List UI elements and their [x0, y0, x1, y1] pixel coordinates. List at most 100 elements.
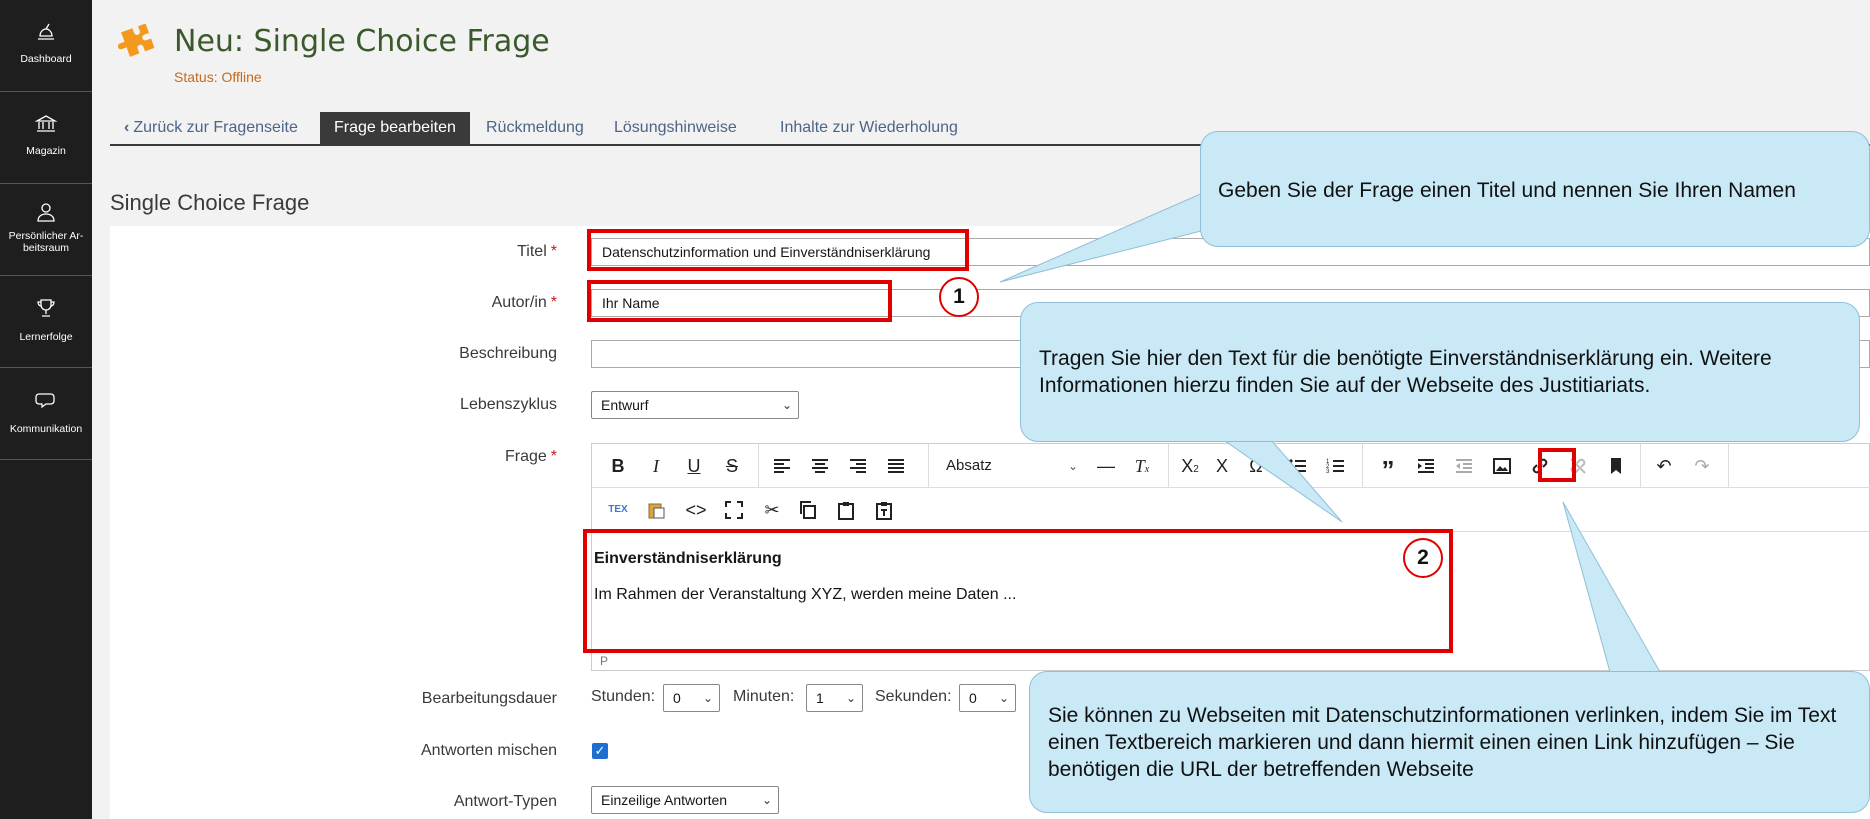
- mainbar-item-label: Dashboard: [20, 53, 72, 65]
- lifecycle-label: Lebenszyklus: [460, 396, 557, 413]
- check-icon: ✓: [594, 743, 606, 758]
- underline-icon[interactable]: U: [680, 452, 708, 480]
- required-mark: *: [550, 243, 557, 260]
- image-icon[interactable]: [1488, 452, 1516, 480]
- mainbar-item-label: Lernerfolge: [19, 331, 73, 343]
- chevron-down-icon: ⌄: [998, 691, 1009, 705]
- lifecycle-select[interactable]: Entwurf ⌄: [591, 391, 799, 419]
- align-left-icon[interactable]: [768, 452, 796, 480]
- strikethrough-icon[interactable]: S: [718, 452, 746, 480]
- person-icon: [0, 200, 92, 226]
- source-code-icon[interactable]: <>: [682, 496, 710, 524]
- align-justify-icon[interactable]: [882, 452, 910, 480]
- align-center-icon[interactable]: [806, 452, 834, 480]
- callout-link-info: Sie können zu Webseiten mit Datenschutzi…: [1029, 671, 1870, 813]
- mainbar-item-label: Persönlicher Ar-beitsraum: [8, 230, 84, 254]
- answer-types-label: Antwort-Typen: [453, 793, 557, 810]
- clear-formatting-icon[interactable]: Tx: [1128, 452, 1156, 480]
- paste-text-icon[interactable]: [870, 496, 898, 524]
- align-right-icon[interactable]: [844, 452, 872, 480]
- hours-label: Stunden:: [591, 688, 656, 705]
- step-marker-1: 1: [939, 277, 979, 317]
- tex-icon[interactable]: TEX: [604, 496, 632, 524]
- seconds-select[interactable]: 0 ⌄: [959, 684, 1016, 712]
- bold-icon[interactable]: B: [604, 452, 632, 480]
- chevron-down-icon: ⌄: [845, 691, 856, 705]
- dashboard-icon: [0, 20, 92, 46]
- mainbar-item-label: Magazin: [26, 145, 66, 157]
- title-label: Titel *: [517, 243, 557, 261]
- mainbar-item-magazin[interactable]: Magazin: [0, 92, 92, 184]
- chat-icon: [0, 388, 92, 414]
- bullet-list-icon[interactable]: [1284, 452, 1312, 480]
- paste-special-icon[interactable]: [642, 496, 670, 524]
- answer-types-select[interactable]: Einzeilige Antworten ⌄: [591, 786, 779, 814]
- chevron-down-icon: ⌄: [761, 793, 772, 807]
- fullscreen-icon[interactable]: [720, 496, 748, 524]
- mainbar-item-lernerfolge[interactable]: Lernerfolge: [0, 276, 92, 368]
- bookmark-icon[interactable]: [1602, 452, 1630, 480]
- answer-types-value: Einzeilige Antworten: [601, 792, 728, 808]
- shuffle-checkbox[interactable]: ✓: [592, 743, 608, 759]
- mainbar-item-workspace[interactable]: Persönlicher Ar-beitsraum: [0, 184, 92, 276]
- page-title: Neu: Single Choice Frage: [174, 24, 550, 59]
- seconds-value: 0: [969, 690, 977, 706]
- tab-back[interactable]: ‹ Zurück zur Fragenseite: [110, 112, 312, 144]
- editor-content-highlight: [583, 529, 1453, 653]
- tab-repetition[interactable]: Inhalte zur Wiederholung: [766, 112, 972, 144]
- title-highlight: [587, 229, 969, 271]
- required-mark: *: [550, 294, 557, 311]
- lifecycle-value: Entwurf: [601, 397, 649, 413]
- chevron-down-icon: ⌄: [781, 398, 792, 412]
- hours-value: 0: [673, 690, 681, 706]
- main-bar: Dashboard Magazin Persönlicher Ar-beitsr…: [0, 0, 92, 819]
- description-label: Beschreibung: [459, 345, 557, 362]
- redo-icon[interactable]: ↷: [1688, 452, 1716, 480]
- cut-icon[interactable]: ✂: [758, 496, 786, 524]
- author-label: Autor/in *: [492, 294, 557, 312]
- mainbar-item-label: Kommunikation: [9, 423, 83, 435]
- paste-icon[interactable]: [832, 496, 860, 524]
- subscript-icon[interactable]: X2: [1176, 452, 1204, 480]
- horizontal-line-icon[interactable]: —: [1092, 452, 1120, 480]
- author-label-text: Autor/in: [491, 294, 547, 311]
- hours-select[interactable]: 0 ⌄: [663, 684, 720, 712]
- italic-icon[interactable]: I: [642, 452, 670, 480]
- tab-feedback[interactable]: Rückmeldung: [472, 112, 598, 144]
- outdent-icon[interactable]: [1450, 452, 1478, 480]
- copy-icon[interactable]: [794, 496, 822, 524]
- link-button-highlight: [1538, 448, 1576, 482]
- tab-edit-question[interactable]: Frage bearbeiten: [320, 112, 470, 144]
- title-label-text: Titel: [517, 243, 547, 260]
- indent-icon[interactable]: [1412, 452, 1440, 480]
- mainbar-item-dashboard[interactable]: Dashboard: [0, 0, 92, 92]
- question-label: Frage *: [505, 448, 557, 466]
- superscript-icon[interactable]: X: [1208, 452, 1236, 480]
- bank-icon: [0, 112, 92, 138]
- minutes-select[interactable]: 1 ⌄: [806, 684, 863, 712]
- undo-icon[interactable]: ↶: [1650, 452, 1678, 480]
- editor-status-path: P: [600, 654, 609, 668]
- minutes-value: 1: [816, 690, 824, 706]
- callout-consent-text: Tragen Sie hier den Text für die benötig…: [1020, 302, 1860, 442]
- chevron-down-icon: ⌄: [1067, 459, 1078, 473]
- mainbar-item-kommunikation[interactable]: Kommunikation: [0, 368, 92, 460]
- svg-text:3: 3: [1326, 469, 1330, 475]
- trophy-icon: [0, 296, 92, 322]
- author-highlight: [587, 280, 892, 322]
- minutes-label: Minuten:: [733, 688, 795, 705]
- seconds-label: Sekunden:: [875, 688, 952, 705]
- tab-label: Zurück zur Fragenseite: [133, 119, 298, 136]
- numbered-list-icon[interactable]: 123: [1322, 452, 1350, 480]
- special-char-icon[interactable]: Ω: [1242, 452, 1270, 480]
- duration-label: Bearbeitungsdauer: [421, 690, 557, 707]
- section-title: Single Choice Frage: [110, 190, 310, 215]
- status-text: Status: Offline: [174, 69, 262, 85]
- tab-hints[interactable]: Lösungshinweise: [600, 112, 751, 144]
- question-label-text: Frage: [504, 448, 547, 465]
- format-value: Absatz: [946, 457, 992, 474]
- blockquote-icon[interactable]: ”: [1374, 452, 1402, 485]
- editor-toolbar-row-1: B I U S Absatz ⌄ — Tx X2 X Ω 123 ” ↶ ↷: [592, 444, 1870, 488]
- required-mark: *: [550, 448, 557, 465]
- format-select[interactable]: Absatz ⌄: [942, 452, 1084, 480]
